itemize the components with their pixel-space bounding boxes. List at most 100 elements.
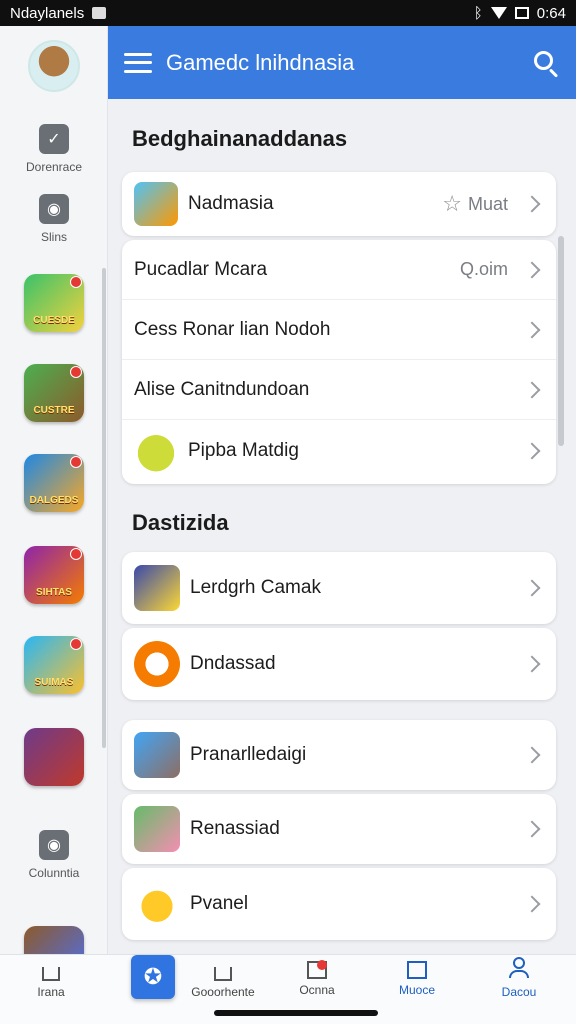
game-thumbnail bbox=[134, 182, 178, 226]
home-icon bbox=[42, 967, 60, 981]
list-card[interactable]: Renassiad bbox=[122, 794, 556, 864]
list-item[interactable]: Nadmasia ☆ Muat bbox=[122, 172, 556, 236]
nav-item-dacou[interactable]: Dacou bbox=[474, 955, 564, 999]
list-card[interactable]: Pvanel bbox=[122, 868, 556, 940]
list-card[interactable]: Pranarlledaigi bbox=[122, 720, 556, 790]
notification-badge bbox=[70, 638, 82, 650]
section-title: Dastizida bbox=[132, 510, 229, 535]
list-item[interactable]: Renassiad bbox=[122, 794, 556, 864]
item-label: Pucadlar Mcara bbox=[134, 258, 268, 280]
list-scrollbar[interactable] bbox=[558, 236, 564, 446]
nav-label: Muoce bbox=[398, 983, 436, 997]
rail-game-4[interactable]: SIHTAS bbox=[24, 546, 84, 604]
item-label: Nadmasia bbox=[188, 193, 274, 214]
chevron-right-icon bbox=[523, 442, 541, 460]
nav-item-ocnna[interactable]: Ocnna bbox=[272, 955, 362, 997]
list-item[interactable]: Pucadlar Mcara Q.oim bbox=[122, 240, 556, 300]
list-item[interactable]: Pvanel bbox=[122, 868, 556, 940]
list-card[interactable]: Lerdgrh Camak bbox=[122, 552, 556, 624]
star-icon: ☆ bbox=[442, 191, 462, 216]
notification-badge bbox=[70, 276, 82, 288]
side-rail: ✓ Dorenrace ◉ Slins CUESDE CUSTRE DALGED… bbox=[0, 26, 108, 954]
game-thumbnail bbox=[134, 565, 180, 611]
chevron-right-icon bbox=[523, 820, 541, 838]
home-indicator[interactable] bbox=[214, 1010, 378, 1016]
nav-label: Ocnna bbox=[299, 983, 335, 997]
game-caption: CUESDE bbox=[33, 315, 75, 326]
chevron-right-icon bbox=[523, 195, 541, 213]
item-label: Renassiad bbox=[190, 818, 280, 839]
news-icon bbox=[307, 960, 327, 979]
meta-label: Muat bbox=[467, 193, 508, 214]
item-label: Alise Canitndundoan bbox=[134, 378, 310, 400]
rail-button-colunntia[interactable]: ◉ Colunntia bbox=[0, 830, 108, 880]
rail-game-6[interactable] bbox=[24, 728, 84, 786]
nav-item-gooorhente[interactable]: Gooorhente bbox=[178, 955, 268, 999]
nav-label: Irana bbox=[37, 985, 65, 999]
game-thumbnail bbox=[134, 732, 180, 778]
games-fab-button[interactable]: ✪ bbox=[131, 955, 175, 999]
rail-scrollbar[interactable] bbox=[102, 268, 106, 748]
chevron-right-icon bbox=[523, 579, 541, 597]
profile-icon bbox=[506, 957, 532, 981]
list-card: Pucadlar Mcara Q.oim Cess Ronar lian Nod… bbox=[122, 240, 556, 484]
rail-button-dorenrace[interactable]: ✓ Dorenrace bbox=[0, 124, 108, 174]
chevron-right-icon bbox=[523, 746, 541, 764]
rail-button-label: Colunntia bbox=[28, 866, 80, 880]
rail-game-7[interactable] bbox=[24, 926, 84, 954]
list-item[interactable]: Lerdgrh Camak bbox=[122, 552, 556, 624]
notification-badge bbox=[70, 456, 82, 468]
item-label: Cess Ronar lian Nodoh bbox=[134, 318, 331, 340]
nav-item-irana[interactable]: Irana bbox=[6, 955, 96, 999]
chevron-right-icon bbox=[523, 261, 541, 278]
bluetooth-icon: ᛒ bbox=[473, 4, 483, 22]
checkbox-icon: ✓ bbox=[39, 124, 69, 154]
item-label: Dndassad bbox=[190, 653, 276, 674]
rail-game-2[interactable]: CUSTRE bbox=[24, 364, 84, 422]
app-title: Gamedc lnihdnasia bbox=[166, 49, 355, 75]
app-bar: Gamedc lnihdnasia bbox=[108, 26, 576, 99]
avatar[interactable] bbox=[28, 40, 80, 92]
list-card[interactable]: Dndassad bbox=[122, 628, 556, 700]
item-meta[interactable]: ☆ Muat bbox=[442, 193, 508, 215]
game-controller-icon: ✪ bbox=[143, 964, 163, 989]
notification-badge bbox=[70, 548, 82, 560]
item-label: Lerdgrh Camak bbox=[190, 577, 321, 598]
list-item[interactable]: Alise Canitndundoan bbox=[122, 360, 556, 420]
game-thumbnail bbox=[134, 806, 180, 852]
camera-icon: ◉ bbox=[39, 194, 69, 224]
camera-icon: ◉ bbox=[39, 830, 69, 860]
chevron-right-icon bbox=[523, 321, 541, 338]
list-item[interactable]: Pipba Matdig bbox=[122, 420, 556, 482]
game-caption: SUIMAS bbox=[34, 677, 74, 688]
nav-item-muoce[interactable]: Muoce bbox=[372, 955, 462, 997]
rail-game-3[interactable]: DALGEDS bbox=[24, 454, 84, 512]
list-item[interactable]: Cess Ronar lian Nodoh bbox=[122, 300, 556, 360]
nav-label: Gooorhente bbox=[191, 985, 255, 999]
list-item[interactable]: Dndassad bbox=[122, 628, 556, 700]
list-item[interactable]: Pranarlledaigi bbox=[122, 720, 556, 790]
chevron-right-icon bbox=[523, 895, 541, 913]
rail-button-slins[interactable]: ◉ Slins bbox=[0, 194, 108, 244]
featured-card[interactable]: Nadmasia ☆ Muat bbox=[122, 172, 556, 236]
game-caption: DALGEDS bbox=[29, 495, 79, 506]
item-label: Pipba Matdig bbox=[188, 440, 299, 461]
game-caption: CUSTRE bbox=[33, 405, 75, 416]
section-title: Bedghainanaddanas bbox=[132, 126, 348, 151]
game-caption: SIHTAS bbox=[36, 587, 72, 598]
search-icon[interactable] bbox=[532, 49, 560, 78]
battery-icon bbox=[514, 7, 529, 19]
rail-game-5[interactable]: SUIMAS bbox=[24, 636, 84, 694]
item-label: Pvanel bbox=[190, 893, 249, 914]
home-icon bbox=[214, 967, 232, 981]
item-meta: Q.oim bbox=[459, 259, 508, 279]
game-thumbnail bbox=[134, 429, 178, 473]
rail-game-1[interactable]: CUESDE bbox=[24, 274, 84, 332]
item-label: Pranarlledaigi bbox=[190, 744, 307, 765]
rail-button-label: Dorenrace bbox=[25, 160, 83, 174]
notification-badge bbox=[317, 960, 327, 970]
status-bar: Ndaylanels ᛒ 0:64 bbox=[0, 0, 576, 26]
hamburger-icon[interactable] bbox=[124, 52, 152, 73]
carrier-label: Ndaylanels bbox=[10, 4, 85, 22]
rail-button-label: Slins bbox=[40, 230, 67, 244]
